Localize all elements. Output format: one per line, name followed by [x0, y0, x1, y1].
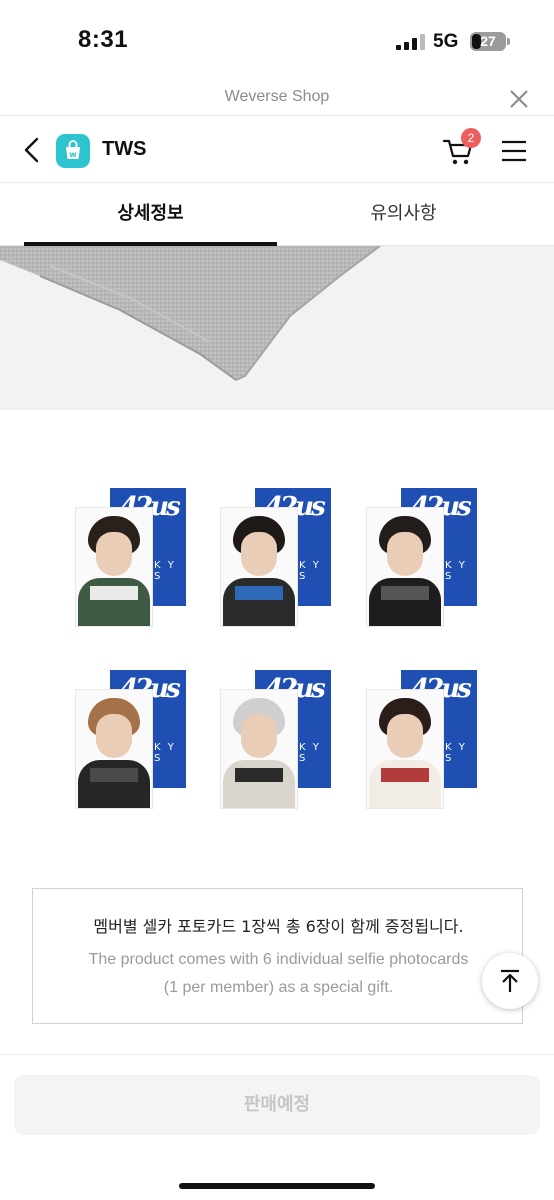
product-image-sweater	[0, 246, 554, 410]
photocard-selfie	[76, 508, 152, 626]
photocard-back-tag: K Y S	[299, 742, 321, 764]
photocard-3: 42us K Y S	[367, 488, 479, 628]
photocard-5: 42us K Y S	[221, 670, 333, 810]
detail-tabs: 상세정보 유의사항	[0, 184, 554, 246]
photocard-selfie	[367, 690, 443, 808]
network-type: 5G	[433, 31, 459, 52]
photocard-back-tag: K Y S	[299, 560, 321, 582]
tab-notes[interactable]: 유의사항	[277, 184, 530, 246]
photocard-selfie	[367, 508, 443, 626]
photocard-1: 42us K Y S	[76, 488, 188, 628]
back-button[interactable]	[20, 136, 44, 164]
photocard-grid: 42us K Y S 42us K Y S 42us K Y S 42us K Y S …	[0, 410, 554, 870]
close-icon[interactable]	[508, 88, 530, 110]
photocard-back-tag: K Y S	[445, 560, 467, 582]
scroll-to-top-button[interactable]	[482, 953, 538, 1009]
photocard-selfie	[221, 508, 297, 626]
brand-name[interactable]: TWS	[102, 138, 146, 161]
battery-tip	[507, 38, 510, 45]
photocard-back-tag: K Y S	[154, 560, 176, 582]
notice-korean-text: 멤버별 셀카 포토카드 1장씩 총 6장이 함께 증정됩니다.	[93, 917, 464, 936]
photocard-4: 42us K Y S	[76, 670, 188, 810]
status-time: 8:31	[78, 26, 129, 53]
photocard-selfie	[221, 690, 297, 808]
tab-details[interactable]: 상세정보	[24, 184, 277, 246]
hamburger-menu-icon[interactable]	[500, 137, 528, 165]
weverse-shop-bag-icon[interactable]: w	[56, 134, 90, 168]
webview-title: Weverse Shop	[224, 88, 330, 105]
photocard-back-tag: K Y S	[445, 742, 467, 764]
purchase-bar: 판매예정	[0, 1054, 554, 1200]
notice-english-line-2: (1 per member) as a special gift.	[163, 979, 394, 996]
battery-icon: 27	[470, 32, 506, 51]
cart-count-badge: 2	[461, 128, 481, 148]
battery-level-text: 27	[480, 33, 496, 49]
coming-soon-button[interactable]: 판매예정	[14, 1075, 540, 1135]
svg-text:w: w	[69, 150, 77, 159]
notice-english-line-1: The product comes with 6 individual self…	[88, 951, 469, 968]
gift-notice-box: 멤버별 셀카 포토카드 1장씩 총 6장이 함께 증정됩니다. The prod…	[32, 888, 523, 1024]
photocard-2: 42us K Y S	[221, 488, 333, 628]
arrow-up-to-top-icon	[501, 969, 519, 992]
photocard-selfie	[76, 690, 152, 808]
webview-title-bar: Weverse Shop	[0, 84, 554, 116]
signal-strength-icon	[396, 34, 426, 50]
photocard-back-tag: K Y S	[154, 742, 176, 764]
shop-header: w TWS	[0, 117, 554, 183]
status-bar: 8:31 5G 27	[0, 0, 554, 84]
home-indicator	[179, 1183, 375, 1189]
photocard-6: 42us K Y S	[367, 670, 479, 810]
